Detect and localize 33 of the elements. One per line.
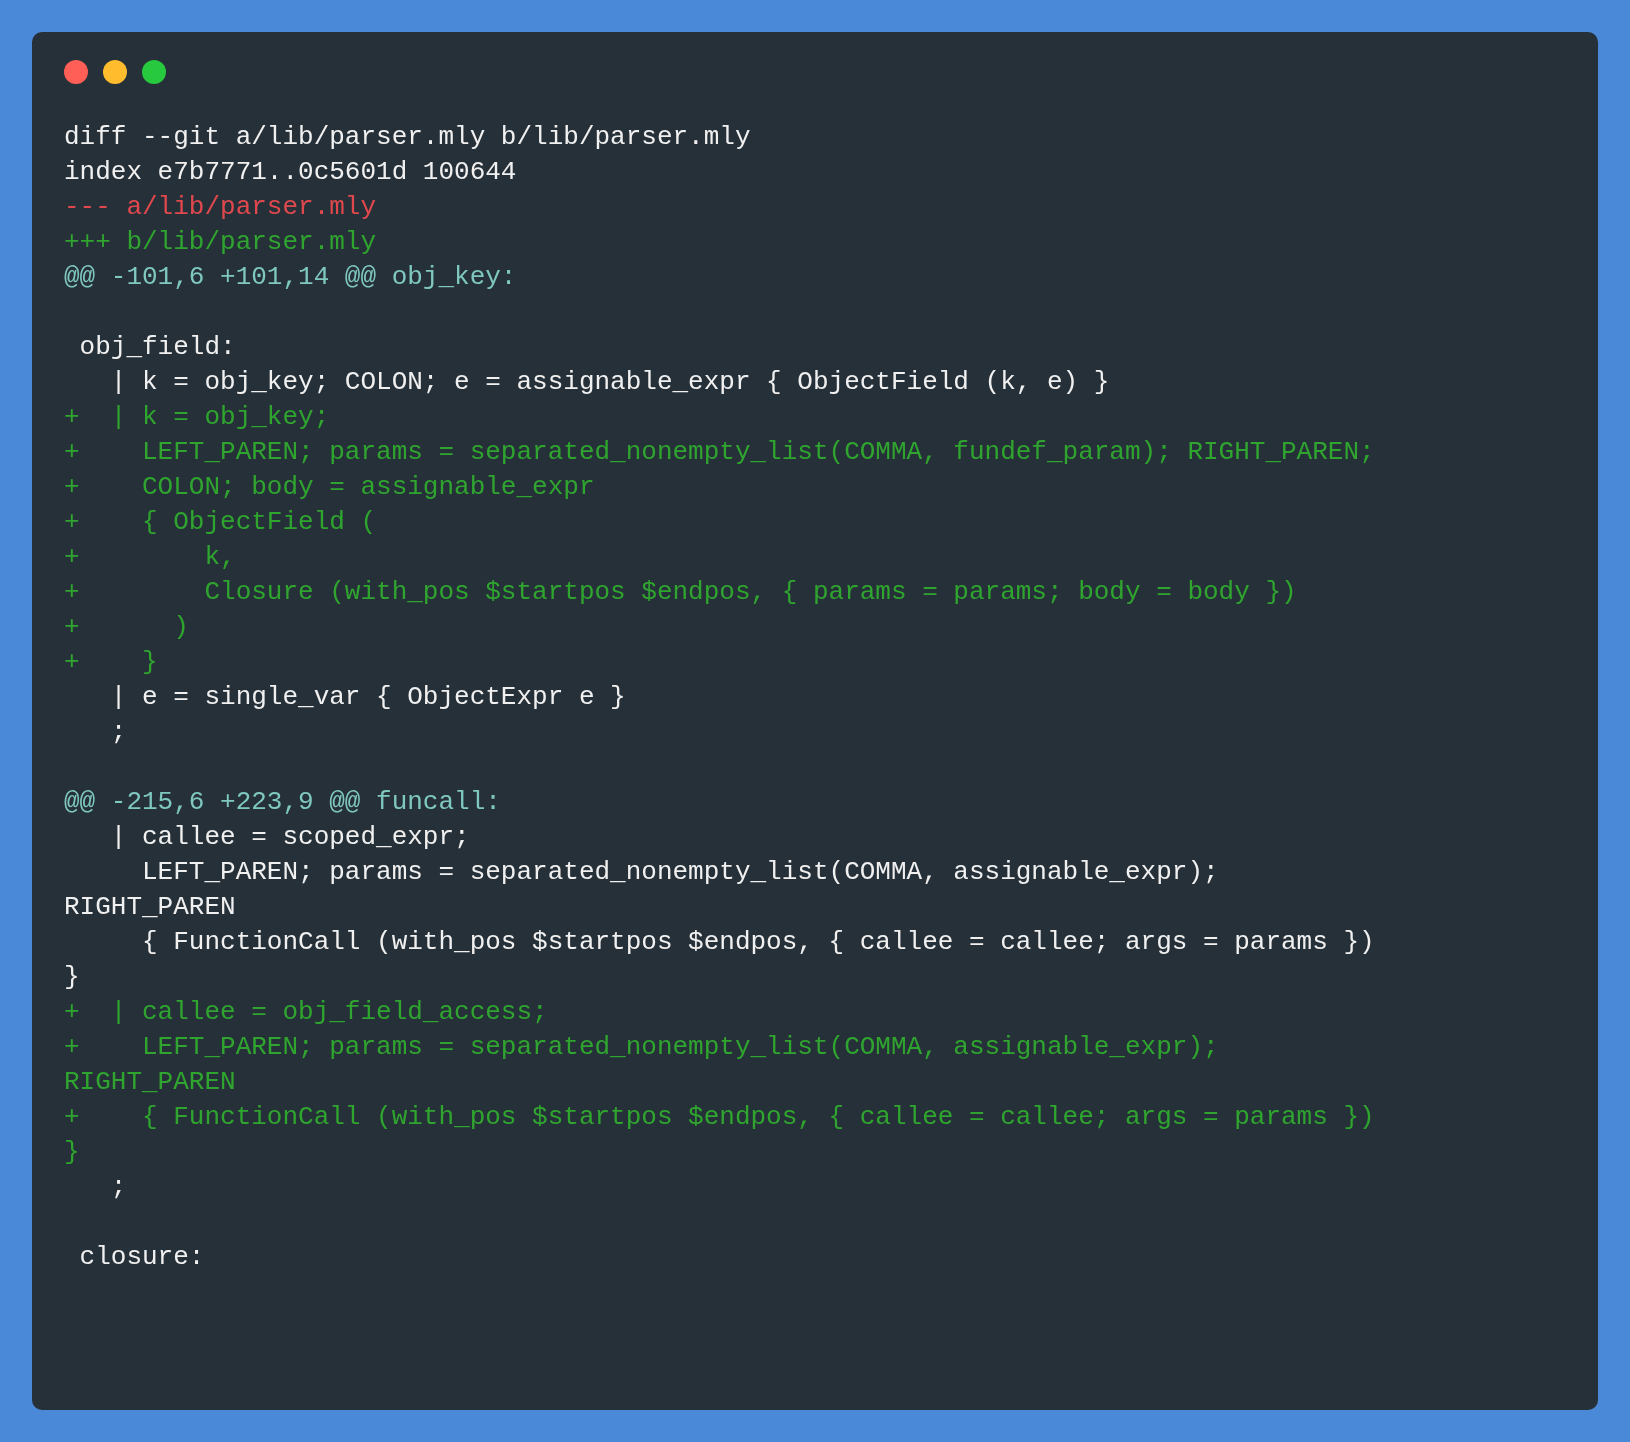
diff-header-line: diff --git a/lib/parser.mly b/lib/parser.mly	[64, 121, 751, 154]
code-line: | k = obj_key; COLON; e = assignable_expr { ObjectField (k, e) }	[109, 366, 1110, 399]
code-line: { FunctionCall (with_pos $startpos $endpos, { callee = callee; args = params })	[141, 926, 1375, 959]
code-line: ;	[109, 1171, 127, 1204]
added-line: + { FunctionCall (with_pos $startpos $endpos, { callee = callee; args = params })	[64, 1101, 1375, 1134]
code-line: | e = single_var { ObjectExpr e }	[109, 681, 626, 714]
added-line: + COLON; body = assignable_expr	[64, 471, 595, 504]
code-line: ;	[109, 716, 127, 749]
code-line: closure:	[78, 1241, 205, 1274]
maximize-button[interactable]	[142, 60, 166, 84]
added-line: +++ b/lib/parser.mly	[64, 226, 377, 259]
code-line: | callee = scoped_expr;	[109, 821, 470, 854]
removed-line: --- a/lib/parser.mly	[64, 191, 377, 224]
added-line: + | callee = obj_field_access;	[64, 996, 548, 1029]
diff-header-line: index e7b7771..0c5601d 100644	[64, 156, 517, 189]
added-line: + )	[64, 611, 189, 644]
added-line: + }	[64, 646, 158, 679]
added-line: + k,	[64, 541, 236, 574]
added-line: }	[64, 1136, 80, 1169]
close-button[interactable]	[64, 60, 88, 84]
minimize-button[interactable]	[103, 60, 127, 84]
added-line: + | k = obj_key;	[64, 401, 330, 434]
code-line: }	[64, 961, 80, 994]
hunk-header: @@ -101,6 +101,14 @@ obj_key:	[64, 261, 517, 294]
code-line: obj_field:	[78, 331, 236, 364]
added-line: + Closure (with_pos $startpos $endpos, { params = params; body = body })	[64, 576, 1297, 609]
code-line: LEFT_PAREN; params = separated_nonempty_list(COMMA, assignable_expr);	[141, 856, 1219, 889]
added-line: + LEFT_PAREN; params = separated_nonempty_list(COMMA, fundef_param); RIGHT_PAREN;	[64, 436, 1375, 469]
added-line: RIGHT_PAREN	[64, 1066, 236, 1099]
hunk-header: @@ -215,6 +223,9 @@ funcall:	[64, 786, 501, 819]
added-line: + LEFT_PAREN; params = separated_nonempty_list(COMMA, assignable_expr);	[64, 1031, 1219, 1064]
code-line: RIGHT_PAREN	[64, 891, 236, 924]
added-line: + { ObjectField (	[64, 506, 377, 539]
